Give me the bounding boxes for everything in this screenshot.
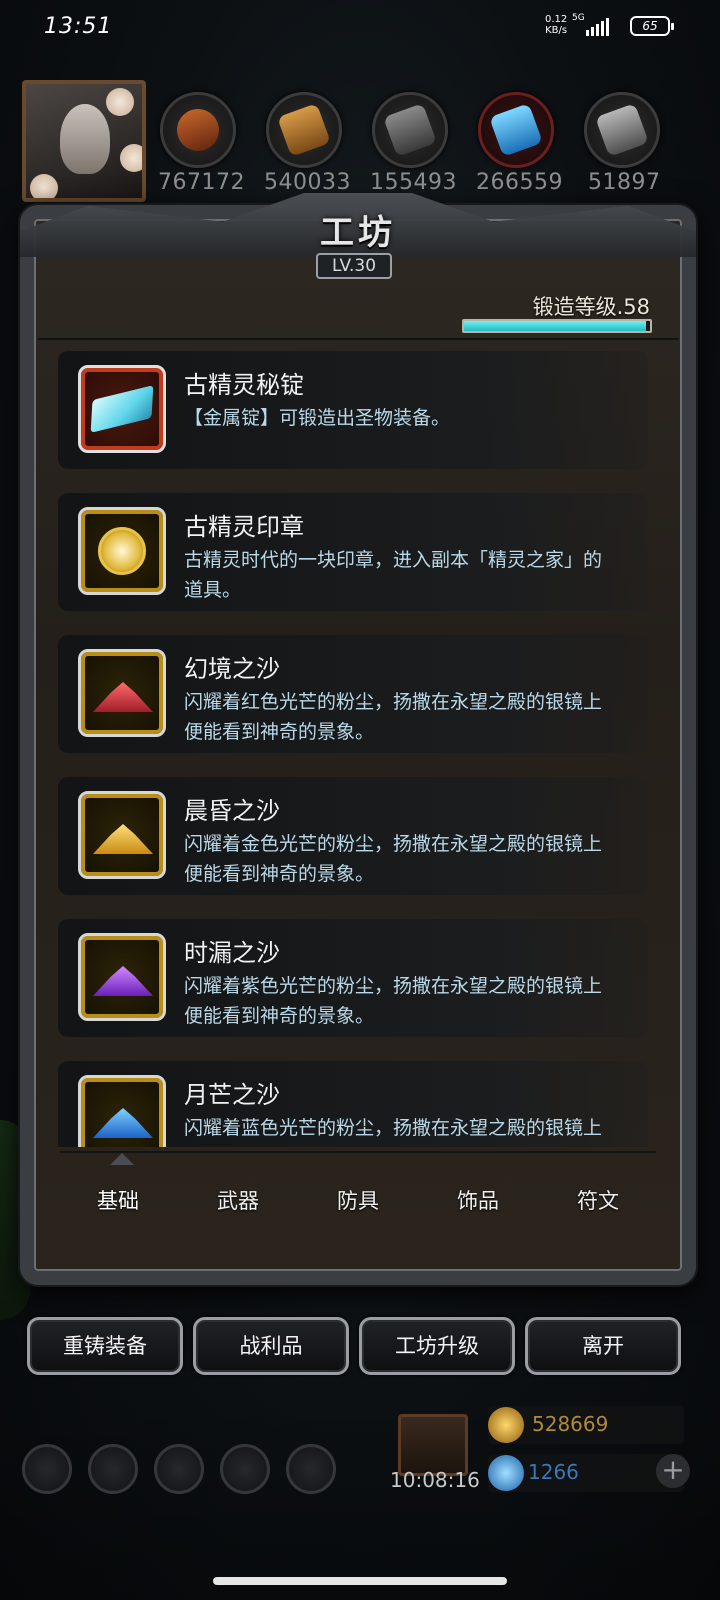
network-speed: 0.12 KB/s (545, 14, 568, 36)
tab-divider (60, 1151, 656, 1153)
tab-armor[interactable]: 防具 (298, 1161, 418, 1241)
resource-iron-icon[interactable] (584, 92, 660, 168)
player-portrait[interactable] (22, 80, 146, 202)
list-item[interactable]: 幻境之沙 闪耀着红色光芒的粉尘，扬撒在永望之殿的银镜上便能看到神奇的景象。 (58, 635, 648, 753)
resource-value: 767172 (158, 170, 245, 195)
avatar (60, 104, 110, 174)
item-description: 古精灵时代的一块印章，进入副本「精灵之家」的道具。 (184, 549, 603, 601)
item-description: 闪耀着红色光芒的粉尘，扬撒在永望之殿的银镜上便能看到神奇的景象。 (184, 691, 603, 743)
resource-value: 266559 (476, 170, 563, 195)
battery-icon: 65 (630, 16, 674, 36)
resource-value: 540033 (264, 170, 351, 195)
workshop-panel: 工坊 LV.30 锻造等级.58 古精灵秘锭 【金属锭】可锻造出圣物装备。 古精… (20, 193, 696, 1285)
gold-sand-icon (93, 824, 153, 854)
gem-icon (488, 1455, 524, 1491)
flower-decoration-icon (30, 174, 58, 198)
gold-amount: 528669 (532, 1412, 609, 1436)
item-name: 晨昏之沙 (184, 797, 280, 825)
resource-value: 155493 (370, 170, 457, 195)
gold-coin-icon (488, 1407, 524, 1443)
purple-sand-icon (93, 966, 153, 996)
list-item[interactable]: 晨昏之沙 闪耀着金色光芒的粉尘，扬撒在永望之殿的银镜上便能看到神奇的景象。 (58, 777, 648, 895)
flower-decoration-icon (120, 144, 142, 172)
item-name: 古精灵秘锭 (184, 371, 304, 399)
tab-basic[interactable]: 基础 (58, 1161, 178, 1241)
gem-amount: 1266 (528, 1460, 579, 1484)
forge-level-label: 锻造等级.58 (532, 295, 650, 319)
ingot-icon (90, 385, 154, 433)
status-bar: 13:51 0.12 KB/s 5G 65 (0, 0, 720, 52)
settings-gear-icon[interactable] (22, 1444, 72, 1494)
list-item[interactable]: 月芒之沙 闪耀着蓝色光芒的粉尘，扬撒在永望之殿的银镜上便能看到神奇的景象。 (58, 1061, 648, 1147)
resource-stone-icon[interactable] (372, 92, 448, 168)
tab-rune[interactable]: 符文 (538, 1161, 658, 1241)
loot-button[interactable]: 战利品 (193, 1317, 349, 1375)
leave-button[interactable]: 离开 (525, 1317, 681, 1375)
mail-icon[interactable] (220, 1444, 270, 1494)
clock: 13:51 (44, 14, 113, 39)
rune-icon[interactable] (154, 1444, 204, 1494)
workshop-level-badge: LV.30 (316, 253, 392, 279)
list-item[interactable]: 时漏之沙 闪耀着紫色光芒的粉尘，扬撒在永望之殿的银镜上便能看到神奇的景象。 (58, 919, 648, 1037)
item-description: 闪耀着金色光芒的粉尘，扬撒在永望之殿的银镜上便能看到神奇的景象。 (184, 833, 603, 885)
list-item[interactable]: 古精灵秘锭 【金属锭】可锻造出圣物装备。 (58, 351, 648, 469)
gift-chest-icon[interactable] (398, 1414, 468, 1476)
reforge-equipment-button[interactable]: 重铸装备 (27, 1317, 183, 1375)
add-gems-button[interactable]: + (656, 1454, 690, 1488)
resource-wood-icon[interactable] (266, 92, 342, 168)
list-item[interactable]: 古精灵印章 古精灵时代的一块印章，进入副本「精灵之家」的道具。 (58, 493, 648, 611)
forge-progress-fill (464, 321, 647, 331)
item-name: 时漏之沙 (184, 939, 280, 967)
item-list[interactable]: 古精灵秘锭 【金属锭】可锻造出圣物装备。 古精灵印章 古精灵时代的一块印章，进入… (58, 351, 658, 1147)
item-name: 月芒之沙 (184, 1081, 280, 1109)
blue-sand-icon (93, 1108, 153, 1138)
tab-weapon[interactable]: 武器 (178, 1161, 298, 1241)
signal-icon (586, 16, 609, 36)
resource-value: 51897 (588, 170, 661, 195)
category-tabs: 基础 武器 防具 饰品 符文 (58, 1161, 658, 1241)
flower-decoration-icon (106, 88, 134, 116)
helmet-icon[interactable] (286, 1444, 336, 1494)
signal-type: 5G (572, 13, 585, 23)
item-description: 闪耀着蓝色光芒的粉尘，扬撒在永望之殿的银镜上便能看到神奇的景象。 (184, 1117, 603, 1139)
panel-title: 工坊 (320, 213, 396, 253)
seal-icon (98, 527, 146, 575)
star-icon[interactable] (88, 1444, 138, 1494)
divider (38, 338, 678, 340)
forge-progress-bar (462, 319, 652, 333)
chest-timer: 10:08:16 (390, 1468, 480, 1492)
item-description: 闪耀着紫色光芒的粉尘，扬撒在永望之殿的银镜上便能看到神奇的景象。 (184, 975, 603, 1027)
item-description: 【金属锭】可锻造出圣物装备。 (184, 407, 451, 429)
workshop-upgrade-button[interactable]: 工坊升级 (359, 1317, 515, 1375)
item-name: 幻境之沙 (184, 655, 280, 683)
resource-crystal-icon[interactable] (478, 92, 554, 168)
home-indicator[interactable] (213, 1577, 507, 1585)
resource-meat-icon[interactable] (160, 92, 236, 168)
item-name: 古精灵印章 (184, 513, 304, 541)
red-sand-icon (93, 682, 153, 712)
tab-accessory[interactable]: 饰品 (418, 1161, 538, 1241)
